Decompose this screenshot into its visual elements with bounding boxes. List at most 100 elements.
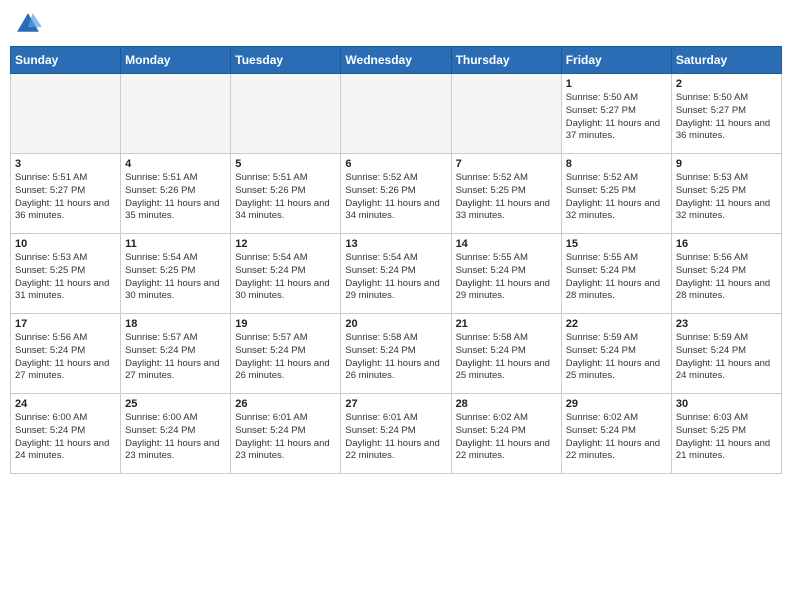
- calendar-cell: [231, 74, 341, 154]
- day-info: Sunrise: 5:50 AMSunset: 5:27 PMDaylight:…: [566, 92, 667, 143]
- day-number: 13: [345, 238, 446, 250]
- calendar-cell: 4 Sunrise: 5:51 AMSunset: 5:26 PMDaylight…: [121, 154, 231, 234]
- day-info: Sunrise: 5:53 AMSunset: 5:25 PMDaylight:…: [15, 252, 116, 303]
- day-header-monday: Monday: [121, 47, 231, 74]
- day-number: 24: [15, 398, 116, 410]
- day-number: 21: [456, 318, 557, 330]
- calendar-cell: 25 Sunrise: 6:00 AMSunset: 5:24 PMDayligh…: [121, 394, 231, 474]
- day-info: Sunrise: 5:51 AMSunset: 5:26 PMDaylight:…: [125, 172, 226, 223]
- day-number: 4: [125, 158, 226, 170]
- calendar-cell: 21 Sunrise: 5:58 AMSunset: 5:24 PMDayligh…: [451, 314, 561, 394]
- day-info: Sunrise: 5:54 AMSunset: 5:25 PMDaylight:…: [125, 252, 226, 303]
- day-number: 28: [456, 398, 557, 410]
- day-info: Sunrise: 5:51 AMSunset: 5:26 PMDaylight:…: [235, 172, 336, 223]
- calendar-cell: 7Sunrise: 5:52 AMSunset: 5:25 PMDaylight…: [451, 154, 561, 234]
- week-row-1: 1 Sunrise: 5:50 AMSunset: 5:27 PMDaylight…: [11, 74, 782, 154]
- day-number: 29: [566, 398, 667, 410]
- day-number: 12: [235, 238, 336, 250]
- week-row-3: 10 Sunrise: 5:53 AMSunset: 5:25 PMDayligh…: [11, 234, 782, 314]
- calendar-cell: 14Sunrise: 5:55 AMSunset: 5:24 PMDayligh…: [451, 234, 561, 314]
- calendar-cell: [11, 74, 121, 154]
- calendar-cell: 9 Sunrise: 5:53 AMSunset: 5:25 PMDaylight…: [671, 154, 781, 234]
- day-number: 10: [15, 238, 116, 250]
- day-number: 11: [125, 238, 226, 250]
- calendar-cell: [121, 74, 231, 154]
- calendar-cell: 30 Sunrise: 6:03 AMSunset: 5:25 PMDayligh…: [671, 394, 781, 474]
- calendar-cell: 17 Sunrise: 5:56 AMSunset: 5:24 PMDayligh…: [11, 314, 121, 394]
- calendar-cell: 11 Sunrise: 5:54 AMSunset: 5:25 PMDayligh…: [121, 234, 231, 314]
- calendar-cell: 2 Sunrise: 5:50 AMSunset: 5:27 PMDaylight…: [671, 74, 781, 154]
- day-header-thursday: Thursday: [451, 47, 561, 74]
- day-info: Sunrise: 6:02 AMSunset: 5:24 PMDaylight:…: [456, 412, 557, 463]
- day-number: 9: [676, 158, 777, 170]
- day-info: Sunrise: 6:01 AMSunset: 5:24 PMDaylight:…: [345, 412, 446, 463]
- calendar-cell: [341, 74, 451, 154]
- calendar-cell: 26 Sunrise: 6:01 AMSunset: 5:24 PMDayligh…: [231, 394, 341, 474]
- calendar-cell: 29Sunrise: 6:02 AMSunset: 5:24 PMDayligh…: [561, 394, 671, 474]
- calendar-cell: 13 Sunrise: 5:54 AMSunset: 5:24 PMDayligh…: [341, 234, 451, 314]
- logo-icon: [14, 10, 42, 38]
- day-info: Sunrise: 5:54 AMSunset: 5:24 PMDaylight:…: [235, 252, 336, 303]
- calendar-cell: 3Sunrise: 5:51 AMSunset: 5:27 PMDaylight…: [11, 154, 121, 234]
- day-number: 17: [15, 318, 116, 330]
- day-info: Sunrise: 6:01 AMSunset: 5:24 PMDaylight:…: [235, 412, 336, 463]
- calendar-cell: 23Sunrise: 5:59 AMSunset: 5:24 PMDayligh…: [671, 314, 781, 394]
- calendar-cell: 28 Sunrise: 6:02 AMSunset: 5:24 PMDayligh…: [451, 394, 561, 474]
- day-number: 2: [676, 78, 777, 90]
- day-number: 18: [125, 318, 226, 330]
- day-info: Sunrise: 5:59 AMSunset: 5:24 PMDaylight:…: [676, 332, 777, 383]
- week-row-5: 24 Sunrise: 6:00 AMSunset: 5:24 PMDayligh…: [11, 394, 782, 474]
- calendar-header-row: SundayMondayTuesdayWednesdayThursdayFrid…: [11, 47, 782, 74]
- day-info: Sunrise: 5:52 AMSunset: 5:25 PMDaylight:…: [566, 172, 667, 223]
- day-header-wednesday: Wednesday: [341, 47, 451, 74]
- day-info: Sunrise: 6:00 AMSunset: 5:24 PMDaylight:…: [15, 412, 116, 463]
- week-row-2: 3Sunrise: 5:51 AMSunset: 5:27 PMDaylight…: [11, 154, 782, 234]
- calendar-cell: 8 Sunrise: 5:52 AMSunset: 5:25 PMDaylight…: [561, 154, 671, 234]
- calendar-cell: 20 Sunrise: 5:58 AMSunset: 5:24 PMDayligh…: [341, 314, 451, 394]
- day-number: 26: [235, 398, 336, 410]
- page-header: [10, 10, 782, 38]
- day-number: 20: [345, 318, 446, 330]
- calendar-cell: 19 Sunrise: 5:57 AMSunset: 5:24 PMDayligh…: [231, 314, 341, 394]
- day-number: 15: [566, 238, 667, 250]
- week-row-4: 17 Sunrise: 5:56 AMSunset: 5:24 PMDayligh…: [11, 314, 782, 394]
- day-number: 30: [676, 398, 777, 410]
- day-info: Sunrise: 6:00 AMSunset: 5:24 PMDaylight:…: [125, 412, 226, 463]
- day-info: Sunrise: 5:56 AMSunset: 5:24 PMDaylight:…: [676, 252, 777, 303]
- day-info: Sunrise: 5:58 AMSunset: 5:24 PMDaylight:…: [345, 332, 446, 383]
- day-info: Sunrise: 6:03 AMSunset: 5:25 PMDaylight:…: [676, 412, 777, 463]
- calendar-cell: 1 Sunrise: 5:50 AMSunset: 5:27 PMDaylight…: [561, 74, 671, 154]
- day-number: 27: [345, 398, 446, 410]
- day-info: Sunrise: 5:56 AMSunset: 5:24 PMDaylight:…: [15, 332, 116, 383]
- day-info: Sunrise: 5:50 AMSunset: 5:27 PMDaylight:…: [676, 92, 777, 143]
- calendar-cell: 24 Sunrise: 6:00 AMSunset: 5:24 PMDayligh…: [11, 394, 121, 474]
- calendar-cell: 10 Sunrise: 5:53 AMSunset: 5:25 PMDayligh…: [11, 234, 121, 314]
- logo: [14, 10, 46, 38]
- day-number: 25: [125, 398, 226, 410]
- calendar-cell: 12 Sunrise: 5:54 AMSunset: 5:24 PMDayligh…: [231, 234, 341, 314]
- day-number: 5: [235, 158, 336, 170]
- calendar-cell: 27 Sunrise: 6:01 AMSunset: 5:24 PMDayligh…: [341, 394, 451, 474]
- day-header-sunday: Sunday: [11, 47, 121, 74]
- day-number: 1: [566, 78, 667, 90]
- day-number: 14: [456, 238, 557, 250]
- day-info: Sunrise: 5:52 AMSunset: 5:26 PMDaylight:…: [345, 172, 446, 223]
- calendar-cell: 6 Sunrise: 5:52 AMSunset: 5:26 PMDaylight…: [341, 154, 451, 234]
- day-number: 19: [235, 318, 336, 330]
- calendar-cell: 18 Sunrise: 5:57 AMSunset: 5:24 PMDayligh…: [121, 314, 231, 394]
- day-number: 22: [566, 318, 667, 330]
- day-number: 16: [676, 238, 777, 250]
- day-number: 6: [345, 158, 446, 170]
- day-number: 8: [566, 158, 667, 170]
- day-info: Sunrise: 5:58 AMSunset: 5:24 PMDaylight:…: [456, 332, 557, 383]
- day-info: Sunrise: 5:57 AMSunset: 5:24 PMDaylight:…: [235, 332, 336, 383]
- day-info: Sunrise: 5:57 AMSunset: 5:24 PMDaylight:…: [125, 332, 226, 383]
- day-header-friday: Friday: [561, 47, 671, 74]
- day-info: Sunrise: 5:54 AMSunset: 5:24 PMDaylight:…: [345, 252, 446, 303]
- calendar-cell: 5 Sunrise: 5:51 AMSunset: 5:26 PMDaylight…: [231, 154, 341, 234]
- day-header-saturday: Saturday: [671, 47, 781, 74]
- day-number: 3: [15, 158, 116, 170]
- day-info: Sunrise: 5:53 AMSunset: 5:25 PMDaylight:…: [676, 172, 777, 223]
- day-info: Sunrise: 5:55 AMSunset: 5:24 PMDaylight:…: [566, 252, 667, 303]
- calendar-table: SundayMondayTuesdayWednesdayThursdayFrid…: [10, 46, 782, 474]
